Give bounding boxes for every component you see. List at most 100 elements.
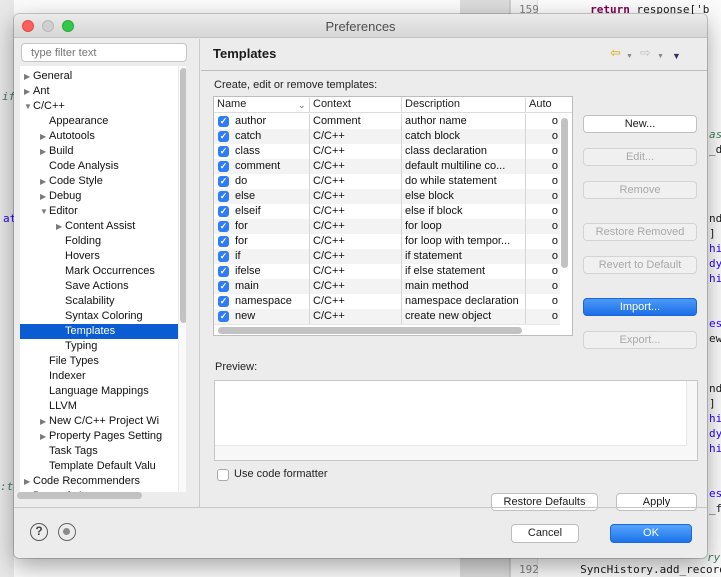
collapsed-arrow-icon[interactable]: ▶ [56,219,64,234]
table-row[interactable]: ✓ class C/C++ class declaration o [214,144,560,159]
table-row[interactable]: ✓ comment C/C++ default multiline co... o [214,159,560,174]
table-row[interactable]: ✓ author Comment author name o [214,114,560,129]
template-enabled-checkbox[interactable]: ✓ [218,176,229,187]
collapsed-arrow-icon[interactable]: ▶ [40,144,48,159]
tree-item[interactable]: ▶ Code Style [20,174,186,189]
new-template-button[interactable]: New... [583,115,697,133]
restore-removed-button[interactable]: Restore Removed [583,223,697,241]
expanded-arrow-icon[interactable]: ▼ [40,204,48,219]
collapsed-arrow-icon[interactable]: ▶ [40,189,48,204]
back-history-dropdown-icon[interactable]: ▼ [626,50,633,64]
template-enabled-checkbox[interactable]: ✓ [218,191,229,202]
tree-item[interactable]: ▶ New C/C++ Project Wi [20,414,186,429]
tree-item[interactable]: Save Actions [20,279,186,294]
template-enabled-checkbox[interactable]: ✓ [218,116,229,127]
tree-horizontal-scrollbar[interactable] [17,492,142,499]
table-vertical-scrollbar[interactable] [561,118,568,268]
column-header-description[interactable]: Description [402,97,526,113]
back-arrow-icon[interactable]: ⇦ [610,46,621,60]
template-enabled-checkbox[interactable]: ✓ [218,236,229,247]
tree-item[interactable]: Scalability [20,294,186,309]
import-button[interactable]: Import... [583,298,697,316]
tree-item[interactable]: Language Mappings [20,384,186,399]
tree-item[interactable]: Indexer [20,369,186,384]
collapsed-arrow-icon[interactable]: ▶ [40,414,48,429]
template-enabled-checkbox[interactable]: ✓ [218,206,229,217]
cancel-button[interactable]: Cancel [511,524,579,543]
table-row[interactable]: ✓ for C/C++ for loop with tempor... o [214,234,560,249]
table-row[interactable]: ✓ for C/C++ for loop o [214,219,560,234]
tree-item[interactable]: Hovers [20,249,186,264]
tree-item[interactable]: ▶ General [20,69,186,84]
tree-item[interactable]: ▼ C/C++ [20,99,186,114]
cell-description: catch block [402,129,526,144]
export-button[interactable]: Export... [583,331,697,349]
tree-item[interactable]: ▶ Build [20,144,186,159]
table-row[interactable]: ✓ namespace C/C++ namespace declaration o [214,294,560,309]
tree-item[interactable]: Typing [20,339,186,354]
tree-item[interactable]: ▼ Editor [20,204,186,219]
expanded-arrow-icon[interactable]: ▼ [24,99,32,114]
column-header-context[interactable]: Context [310,97,402,113]
tree-item[interactable]: Appearance [20,114,186,129]
tree-item[interactable]: LLVM [20,399,186,414]
column-header-auto[interactable]: Auto [526,97,572,113]
tree-item[interactable]: ▶ Content Assist [20,219,186,234]
apply-button[interactable]: Apply [616,493,697,511]
collapsed-arrow-icon[interactable]: ▶ [40,174,48,189]
tree-item[interactable]: Templates [20,324,186,339]
table-horizontal-scrollbar[interactable] [218,327,522,334]
table-row[interactable]: ✓ catch C/C++ catch block o [214,129,560,144]
table-row[interactable]: ✓ elseif C/C++ else if block o [214,204,560,219]
tree-item[interactable]: Folding [20,234,186,249]
tree-item[interactable]: ▶ Property Pages Setting [20,429,186,444]
tree-item[interactable]: File Types [20,354,186,369]
template-enabled-checkbox[interactable]: ✓ [218,161,229,172]
preview-pane[interactable] [214,380,698,461]
template-enabled-checkbox[interactable]: ✓ [218,251,229,262]
tree-item[interactable]: Task Tags [20,444,186,459]
record-macro-icon[interactable] [58,523,76,541]
tree-vertical-scrollbar[interactable] [180,68,186,323]
table-row[interactable]: ✓ else C/C++ else block o [214,189,560,204]
view-menu-icon[interactable]: ▼ [672,49,681,63]
template-enabled-checkbox[interactable]: ✓ [218,131,229,142]
revert-to-default-button[interactable]: Revert to Default [583,256,697,274]
preview-text-area[interactable] [215,381,687,446]
tree-item[interactable]: ▶ Debug [20,189,186,204]
template-enabled-checkbox[interactable]: ✓ [218,281,229,292]
filter-input[interactable] [21,43,187,62]
edit-template-button[interactable]: Edit... [583,148,697,166]
use-code-formatter-checkbox[interactable] [217,469,229,481]
table-row[interactable]: ✓ do C/C++ do while statement o [214,174,560,189]
table-row[interactable]: ✓ new C/C++ create new object o [214,309,560,324]
forward-history-dropdown-icon[interactable]: ▼ [657,50,664,64]
remove-template-button[interactable]: Remove [583,181,697,199]
tree-item[interactable]: ▶ Ant [20,84,186,99]
template-enabled-checkbox[interactable]: ✓ [218,311,229,322]
collapsed-arrow-icon[interactable]: ▶ [40,429,48,444]
forward-arrow-icon[interactable]: ⇨ [640,46,651,60]
tree-item[interactable]: ▶ Autotools [20,129,186,144]
tree-item[interactable]: Syntax Coloring [20,309,186,324]
restore-defaults-button[interactable]: Restore Defaults [491,493,598,511]
column-header-name[interactable]: Name [214,97,310,113]
collapsed-arrow-icon[interactable]: ▶ [24,474,32,489]
tree-item[interactable]: ▶ Code Recommenders [20,474,186,489]
table-row[interactable]: ✓ main C/C++ main method o [214,279,560,294]
template-enabled-checkbox[interactable]: ✓ [218,266,229,277]
template-enabled-checkbox[interactable]: ✓ [218,221,229,232]
tree-item[interactable]: Mark Occurrences [20,264,186,279]
table-row[interactable]: ✓ ifelse C/C++ if else statement o [214,264,560,279]
template-enabled-checkbox[interactable]: ✓ [218,296,229,307]
ok-button[interactable]: OK [610,524,692,543]
collapsed-arrow-icon[interactable]: ▶ [40,129,48,144]
use-code-formatter-label[interactable]: Use code formatter [234,468,328,480]
template-enabled-checkbox[interactable]: ✓ [218,146,229,157]
collapsed-arrow-icon[interactable]: ▶ [24,84,32,99]
table-row[interactable]: ✓ if C/C++ if statement o [214,249,560,264]
collapsed-arrow-icon[interactable]: ▶ [24,69,32,84]
tree-item[interactable]: Code Analysis [20,159,186,174]
tree-item[interactable]: Template Default Valu [20,459,186,474]
help-icon[interactable]: ? [30,523,48,541]
